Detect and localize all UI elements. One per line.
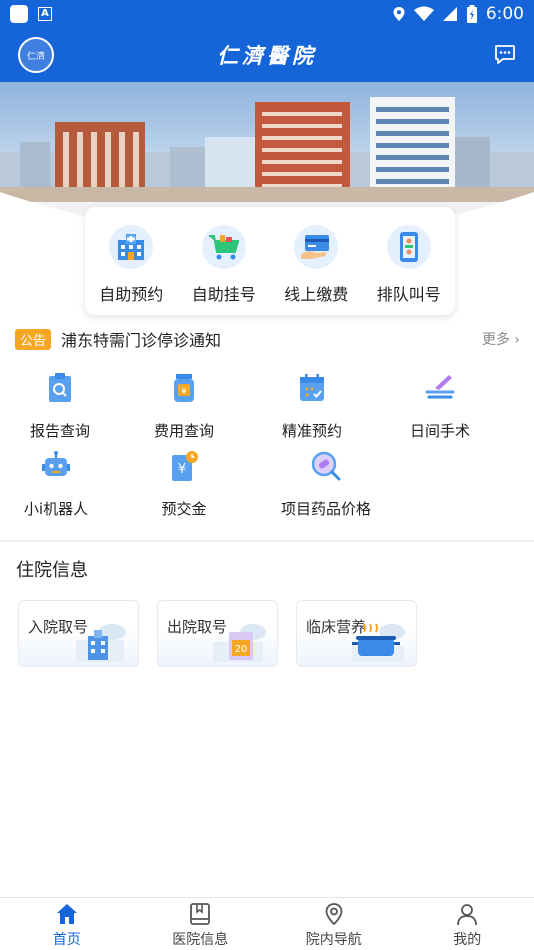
card-clinical-nutrition[interactable]: 临床营养 — [296, 600, 417, 667]
app-header: 仁濟 仁濟醫院 — [0, 28, 534, 82]
fee-jar-icon: ¥ — [166, 370, 202, 406]
queue-phone-icon — [386, 225, 431, 269]
discharge-ticket-icon: 20 — [213, 624, 266, 662]
wifi-icon — [413, 6, 434, 21]
quick-action-label: 自助预约 — [99, 285, 164, 304]
a-badge-icon: A — [38, 7, 52, 21]
hospital-building-icon — [109, 225, 154, 269]
quick-action-self-register[interactable]: 自助挂号 — [180, 225, 268, 315]
service-label: 费用查询 — [153, 422, 214, 440]
quick-action-label: 自助挂号 — [191, 285, 256, 304]
home-icon — [56, 904, 77, 924]
cooking-pot-icon — [352, 623, 405, 662]
tab-home[interactable]: 首页 — [0, 898, 134, 950]
inpatient-section-title: 住院信息 — [16, 560, 88, 581]
tab-mine[interactable]: 我的 — [401, 898, 534, 950]
notice-more-link[interactable]: 更多 › — [482, 329, 520, 349]
notice-bar[interactable]: 公告 浦东特需门诊停诊通知 更多 › — [15, 326, 520, 352]
person-icon — [457, 904, 478, 926]
pill-search-icon — [308, 448, 344, 484]
page-title: 仁濟醫院 — [217, 43, 317, 68]
quick-action-label: 排队叫号 — [376, 285, 441, 304]
service-label: 小i机器人 — [23, 500, 89, 518]
card-admission-ticket[interactable]: 入院取号 — [18, 600, 139, 667]
calendar-icon — [294, 370, 330, 406]
tab-label: 我的 — [453, 932, 482, 948]
admission-building-icon — [76, 624, 126, 662]
ticket-number: 20 — [235, 644, 248, 655]
service-item-drug-price[interactable]: 项目药品价格 — [266, 448, 386, 519]
status-time: 6:00 — [485, 4, 524, 24]
location-pin-icon — [325, 903, 343, 926]
message-icon[interactable] — [494, 43, 516, 65]
quick-action-online-payment[interactable]: 线上缴费 — [272, 225, 360, 315]
hospital-logo[interactable]: 仁濟 — [18, 37, 54, 73]
service-precise-appointment[interactable]: 精准预约 — [252, 370, 372, 441]
quick-action-self-appointment[interactable]: 自助预约 — [87, 225, 175, 315]
quick-actions-card: 自助预约 自助挂号 线上缴费 排队叫号 — [85, 207, 455, 315]
report-search-icon — [42, 370, 78, 406]
card-discharge-ticket[interactable]: 出院取号 20 — [157, 600, 278, 667]
inpatient-cards: 入院取号 出院取号 20 临床营养 — [18, 600, 417, 667]
service-prepayment[interactable]: ¥ 预交金 — [124, 448, 244, 519]
tab-label: 医院信息 — [172, 932, 229, 948]
service-day-surgery[interactable]: 日间手术 — [380, 370, 500, 441]
tab-indoor-navigation[interactable]: 院内导航 — [267, 898, 401, 950]
service-robot[interactable]: 小i机器人 — [0, 448, 116, 519]
service-label: 精准预约 — [281, 422, 342, 440]
tab-label: 院内导航 — [305, 932, 362, 948]
notice-text[interactable]: 浦东特需门诊停诊通知 — [61, 327, 221, 351]
service-label: 报告查询 — [29, 422, 90, 440]
card-payment-icon — [294, 225, 339, 269]
service-report-query[interactable]: 报告查询 — [0, 370, 120, 441]
tab-label: 首页 — [52, 932, 81, 948]
tab-hospital-info[interactable]: 医院信息 — [134, 898, 268, 950]
service-label: 项目药品价格 — [280, 500, 371, 518]
prepay-icon: ¥ — [166, 448, 202, 484]
quick-action-label: 线上缴费 — [284, 285, 349, 304]
status-bar: A 6:00 — [0, 0, 534, 28]
signal-icon — [442, 7, 457, 21]
scalpel-icon — [422, 370, 458, 406]
service-fee-query[interactable]: ¥ 费用查询 — [124, 370, 244, 441]
notification-icon — [10, 5, 28, 23]
svg-text:¥: ¥ — [178, 462, 186, 477]
svg-text:¥: ¥ — [181, 387, 187, 397]
notice-tag: 公告 — [15, 328, 52, 350]
service-label: 日间手术 — [409, 422, 470, 440]
shopping-cart-icon — [201, 225, 246, 269]
location-status-icon — [393, 7, 405, 21]
service-label: 预交金 — [161, 500, 207, 518]
battery-icon — [466, 5, 477, 23]
bottom-tab-bar: 首页 医院信息 院内导航 我的 — [0, 897, 534, 950]
robot-icon — [38, 448, 74, 484]
quick-action-queue[interactable]: 排队叫号 — [365, 225, 453, 315]
book-icon — [190, 903, 211, 925]
section-divider — [0, 540, 534, 542]
logo-text: 仁濟 — [26, 51, 45, 62]
